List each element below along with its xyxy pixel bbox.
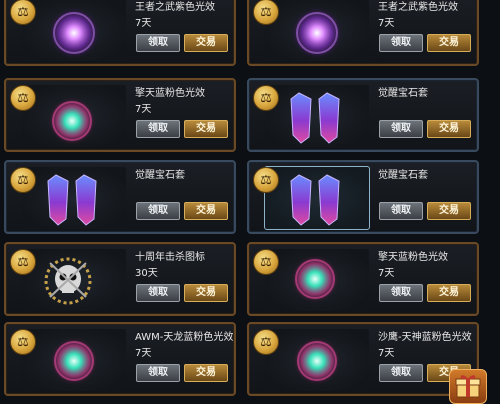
- item-thumbnail: [265, 0, 369, 61]
- item-name: 擎天蓝粉色光效: [378, 252, 448, 263]
- claim-button[interactable]: 领取: [136, 202, 180, 220]
- gem-pair-icon: [290, 92, 340, 144]
- scale-badge-icon: ⚖: [10, 85, 36, 111]
- claim-button[interactable]: 领取: [379, 34, 423, 52]
- item-card: ⚖ 擎天蓝粉色光效 7天 领取 交易: [4, 78, 236, 152]
- scale-badge-icon: ⚖: [10, 329, 36, 355]
- claim-button[interactable]: 领取: [136, 284, 180, 302]
- item-card: ⚖ 觉醒宝石套 领取 交易: [247, 78, 479, 152]
- trade-button[interactable]: 交易: [427, 284, 471, 302]
- item-card: ⚖ 王者之武紫色光效 7天 领取 交易: [247, 0, 479, 66]
- item-name: AWM-天龙蓝粉色光效: [135, 332, 234, 343]
- item-card: ⚖ 觉醒宝石套 领取 交易: [4, 160, 236, 234]
- skull-emblem-icon: [44, 257, 92, 305]
- trade-button[interactable]: 交易: [184, 202, 228, 220]
- claim-button[interactable]: 领取: [136, 34, 180, 52]
- item-duration: 30天: [135, 268, 158, 279]
- teal-pink-glow-orb-icon: [48, 97, 96, 145]
- item-thumbnail: [265, 249, 369, 311]
- claim-button[interactable]: 领取: [136, 364, 180, 382]
- scale-badge-icon: ⚖: [10, 249, 36, 275]
- item-thumbnail: [22, 249, 126, 311]
- item-duration: 7天: [135, 18, 152, 29]
- claim-button[interactable]: 领取: [379, 202, 423, 220]
- scale-badge-icon: ⚖: [253, 249, 279, 275]
- item-name: 觉醒宝石套: [378, 170, 428, 181]
- trade-button[interactable]: 交易: [184, 284, 228, 302]
- item-thumbnail: [22, 329, 126, 391]
- item-thumbnail: [265, 329, 369, 391]
- item-grid: ⚖ 王者之武紫色光效 7天 领取 交易 ⚖ 王者之武紫色光效 7天 领取 交易 …: [0, 0, 500, 402]
- item-thumbnail: [265, 85, 369, 147]
- item-name: 王者之武紫色光效: [378, 2, 458, 13]
- scale-badge-icon: ⚖: [253, 0, 279, 25]
- claim-button[interactable]: 领取: [379, 364, 423, 382]
- trade-button[interactable]: 交易: [184, 364, 228, 382]
- item-name: 觉醒宝石套: [378, 88, 428, 99]
- teal-pink-glow-orb-icon: [293, 337, 341, 385]
- trade-button[interactable]: 交易: [427, 34, 471, 52]
- item-thumbnail: [22, 167, 126, 229]
- item-card: ⚖ 十周年击杀图标 30天 领取 交易: [4, 242, 236, 316]
- item-name: 觉醒宝石套: [135, 170, 185, 181]
- trade-button[interactable]: 交易: [184, 120, 228, 138]
- item-duration: 7天: [378, 348, 395, 359]
- item-name: 沙鹰-天神蓝粉色光效: [378, 332, 472, 343]
- item-name: 十周年击杀图标: [135, 252, 205, 263]
- scale-badge-icon: ⚖: [10, 167, 36, 193]
- scale-badge-icon: ⚖: [253, 329, 279, 355]
- item-thumbnail: [22, 0, 126, 61]
- item-card: ⚖ 沙鹰-天神蓝粉色光效 7天 领取 交易: [247, 322, 479, 396]
- gift-box-icon: [455, 375, 481, 398]
- claim-button[interactable]: 领取: [379, 284, 423, 302]
- item-card: ⚖ AWM-天龙蓝粉色光效 7天 领取 交易: [4, 322, 236, 396]
- item-duration: 7天: [378, 268, 395, 279]
- trade-button[interactable]: 交易: [184, 34, 228, 52]
- teal-pink-glow-orb-icon: [50, 337, 98, 385]
- item-card: ⚖ 擎天蓝粉色光效 7天 领取 交易: [247, 242, 479, 316]
- scale-badge-icon: ⚖: [10, 0, 36, 25]
- claim-button[interactable]: 领取: [379, 120, 423, 138]
- gem-pair-icon: [290, 174, 340, 226]
- purple-glow-orb-icon: [291, 7, 343, 59]
- item-duration: 7天: [378, 18, 395, 29]
- item-duration: 7天: [135, 348, 152, 359]
- item-duration: 7天: [135, 104, 152, 115]
- gift-button[interactable]: [449, 369, 487, 404]
- claim-button[interactable]: 领取: [136, 120, 180, 138]
- trade-button[interactable]: 交易: [427, 120, 471, 138]
- item-card: ⚖ 觉醒宝石套 领取 交易: [247, 160, 479, 234]
- item-name: 擎天蓝粉色光效: [135, 88, 205, 99]
- scale-badge-icon: ⚖: [253, 85, 279, 111]
- teal-pink-glow-orb-icon: [291, 255, 339, 303]
- item-card: ⚖ 王者之武紫色光效 7天 领取 交易: [4, 0, 236, 66]
- scale-badge-icon: ⚖: [253, 167, 279, 193]
- item-name: 王者之武紫色光效: [135, 2, 215, 13]
- purple-glow-orb-icon: [48, 7, 100, 59]
- item-thumbnail: [22, 85, 126, 147]
- item-thumbnail: [264, 166, 370, 230]
- gem-pair-icon: [47, 174, 97, 226]
- trade-button[interactable]: 交易: [427, 202, 471, 220]
